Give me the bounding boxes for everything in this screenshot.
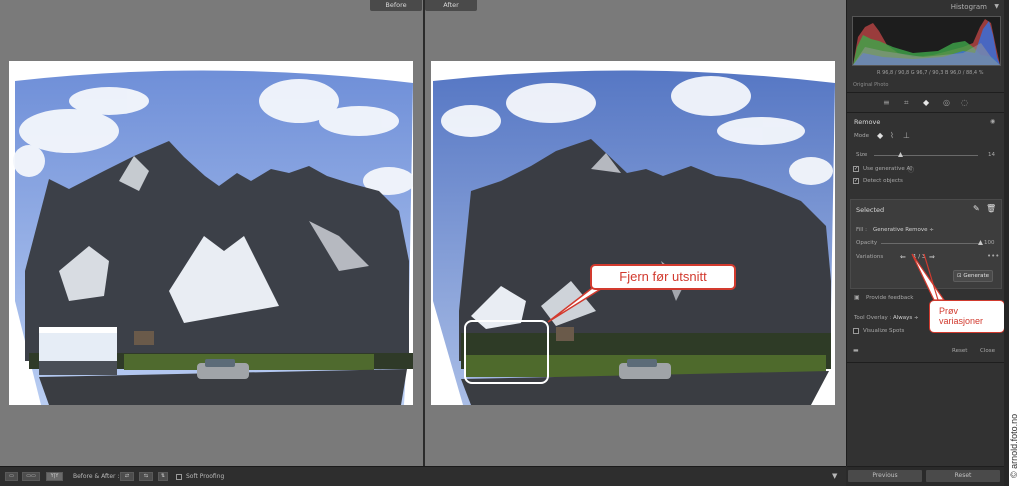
histogram-title: Histogram <box>950 3 987 11</box>
detect-objects-checkbox[interactable]: ✓ <box>853 178 859 184</box>
redeye-icon[interactable]: ◎ <box>943 98 950 107</box>
before-landscape-image <box>13 70 413 405</box>
size-slider-track[interactable] <box>874 155 978 156</box>
crop-icon[interactable]: ⌗ <box>904 98 909 108</box>
loupe-view-icon[interactable]: ▭ <box>5 472 18 481</box>
histogram-header[interactable]: Histogram ▼ <box>847 0 1005 14</box>
histogram-graph <box>853 19 1000 65</box>
original-photo-label: Original Photo <box>853 82 889 88</box>
panel-separator <box>847 112 1005 113</box>
histogram-readout: R 96,8 / 90,8 G 96,7 / 90,3 B 96,0 / 88,… <box>877 70 984 76</box>
opacity-label: Opacity <box>856 240 878 246</box>
compare-view: Before After <box>0 0 846 466</box>
before-photo[interactable] <box>9 61 413 405</box>
remove-mode-icon[interactable]: ◆ <box>877 131 883 140</box>
before-tab: Before <box>370 0 422 11</box>
opacity-slider-track[interactable] <box>881 243 981 244</box>
toolbar-menu-triangle-icon[interactable]: ▼ <box>832 472 837 480</box>
remove-help-icon[interactable]: ◉ <box>990 118 995 125</box>
trash-icon[interactable]: 🗑 <box>986 204 996 213</box>
callout-remove-before-crop: Fjern før utsnitt <box>590 264 736 290</box>
collapse-triangle-icon[interactable]: ▼ <box>994 3 999 10</box>
before-after-view-button[interactable]: Y|Y <box>46 472 63 481</box>
feedback-icon[interactable]: ▣ <box>854 294 860 301</box>
swap-icon[interactable]: ⇅ <box>158 472 168 481</box>
sliders-icon[interactable]: ≡ <box>883 98 890 107</box>
fill-label: Fill : <box>856 227 867 233</box>
heal-mode-icon[interactable]: ⌇ <box>890 131 894 140</box>
soft-proofing-label: Soft Proofing <box>186 473 225 480</box>
clone-mode-icon[interactable]: ⊥ <box>903 131 910 140</box>
previous-button[interactable]: Previous <box>848 470 922 482</box>
tool-overlay-label: Tool Overlay : <box>854 315 892 321</box>
selected-title: Selected <box>856 206 885 214</box>
use-generative-ai-checkbox[interactable]: ✓ <box>853 166 859 172</box>
generate-button[interactable]: ⊡ Generate <box>953 270 993 282</box>
mode-label: Mode <box>854 133 869 139</box>
after-tab: After <box>425 0 477 11</box>
removed-area-outline <box>464 320 549 384</box>
tool-overlay-dropdown[interactable]: Always ÷ <box>893 315 919 321</box>
bottom-toolbar: ▭ ▭▭ Y|Y Before & After : ⇄ ⇆ ⇅ Soft Pro… <box>0 466 846 486</box>
panel-separator <box>847 466 1005 467</box>
soft-proofing-checkbox[interactable] <box>176 474 182 480</box>
visualize-spots-checkbox[interactable] <box>853 328 859 334</box>
visualize-spots-label: Visualize Spots <box>863 328 905 334</box>
histogram <box>852 16 1001 66</box>
more-options-icon[interactable]: ••• <box>987 252 999 260</box>
watermark: © arnold.foto.no <box>1009 413 1019 478</box>
reset-all-button[interactable]: Reset <box>926 470 1000 482</box>
tool-strip: ≡ ⌗ ◆ ◎ ◌ <box>847 95 1005 111</box>
remove-section-title: Remove <box>854 118 881 126</box>
panel-separator <box>847 92 1005 93</box>
compare-view-icon[interactable]: ▭▭ <box>22 472 40 481</box>
copy-before-icon[interactable]: ⇄ <box>120 472 134 481</box>
before-after-label: Before & After : <box>73 473 120 480</box>
variations-label: Variations <box>856 254 884 260</box>
generate-label: Generate <box>963 273 990 279</box>
toggle-icon[interactable]: ▬ <box>853 347 859 354</box>
panel-separator <box>847 362 1005 363</box>
brush-icon[interactable]: ✎ <box>973 204 980 213</box>
eraser-icon[interactable]: ◆ <box>923 98 929 107</box>
fill-dropdown[interactable]: Generative Remove ÷ <box>873 227 934 233</box>
info-icon[interactable]: ⓘ <box>908 165 914 174</box>
develop-right-panel: Histogram ▼ R 96,8 / 90,8 G 96,7 / 90,3 … <box>846 0 1005 467</box>
size-value: 14 <box>988 152 995 158</box>
masking-icon[interactable]: ◌ <box>961 98 968 107</box>
reset-button[interactable]: Reset <box>952 348 967 354</box>
size-label: Size <box>856 152 868 158</box>
use-generative-ai-label: Use generative AI <box>863 166 912 172</box>
callout-try-variations: Prøv variasjoner <box>929 300 1005 333</box>
detect-objects-label: Detect objects <box>863 178 903 184</box>
copy-after-icon[interactable]: ⇆ <box>139 472 153 481</box>
compare-divider <box>423 0 425 466</box>
opacity-value: 100 <box>984 240 995 246</box>
close-button[interactable]: Close <box>980 348 995 354</box>
